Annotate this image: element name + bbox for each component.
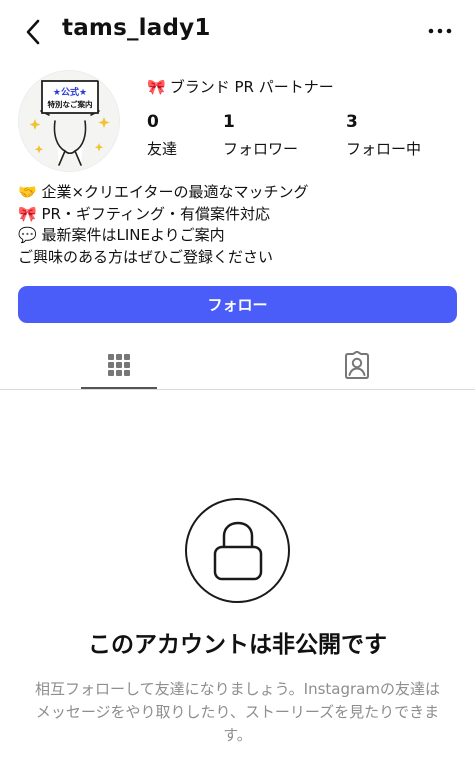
stat-friends[interactable]: 0 友達 <box>147 112 177 159</box>
stat-following-label: フォロー中 <box>346 140 422 158</box>
bio-line-text: PR・ギフティング・有償案件対応 <box>41 204 271 223</box>
bio-line: ご興味のある方はぜひご登録ください <box>18 247 458 269</box>
stat-followers-value: 1 <box>223 112 235 132</box>
stat-followers[interactable]: 1 フォロワー <box>223 112 298 159</box>
lock-icon <box>213 521 262 580</box>
active-tab-indicator <box>81 387 157 389</box>
tagged-person-icon <box>344 350 369 379</box>
handshake-icon: 🤝 <box>18 183 37 201</box>
top-bar: tams_lady1 <box>0 0 475 64</box>
bio-line: 🎀 PR・ギフティング・有償案件対応 <box>18 204 458 226</box>
profile-bio: 🤝 企業×クリエイターの最適なマッチング 🎀 PR・ギフティング・有償案件対応 … <box>18 182 458 268</box>
profile-page: tams_lady1 ★公式★ 特別なご案内 🎀 ブランド PR パートナー 0… <box>0 0 475 757</box>
category-label: ブランド PR パートナー <box>169 78 334 96</box>
avatar-illustration: ★公式★ 特別なご案内 <box>19 71 119 171</box>
more-options-button[interactable] <box>425 16 455 46</box>
stat-following-value: 3 <box>346 112 358 132</box>
stat-followers-label: フォロワー <box>223 140 299 158</box>
speech-bubble-icon: 💬 <box>18 226 37 244</box>
private-description: 相互フォローして友達になりましょう。Instagramの友達はメッセージをやり取… <box>35 680 440 744</box>
profile-username: tams_lady1 <box>62 15 211 41</box>
stat-friends-value: 0 <box>147 112 159 132</box>
private-title: このアカウントは非公開です <box>88 632 387 658</box>
chevron-left-icon <box>26 19 40 45</box>
ribbon-icon: 🎀 <box>147 77 166 96</box>
stat-friends-label: 友達 <box>147 140 178 158</box>
bio-line-text: ご興味のある方はぜひご登録ください <box>18 247 274 266</box>
avatar[interactable]: ★公式★ 特別なご案内 <box>18 70 120 172</box>
stat-following[interactable]: 3 フォロー中 <box>346 112 421 159</box>
profile-category: 🎀 ブランド PR パートナー <box>147 76 334 97</box>
profile-stats: 0 友達 1 フォロワー 3 フォロー中 <box>147 112 447 158</box>
bio-line: 💬 最新案件はLINEよりご案内 <box>18 225 458 247</box>
lock-badge <box>185 498 290 603</box>
tab-posts-grid[interactable] <box>0 340 237 389</box>
more-dots-icon <box>428 28 452 34</box>
bio-line-text: 最新案件はLINEよりご案内 <box>41 226 225 244</box>
avatar-sign-line2: 特別なご案内 <box>48 99 93 109</box>
bio-line-text: 企業×クリエイターの最適なマッチング <box>41 183 309 201</box>
follow-button[interactable]: フォロー <box>18 286 457 323</box>
ribbon-icon: 🎀 <box>18 204 37 223</box>
grid-icon <box>107 353 130 376</box>
back-button[interactable] <box>18 14 48 50</box>
avatar-sign-line1: ★公式★ <box>53 86 87 98</box>
bio-line: 🤝 企業×クリエイターの最適なマッチング <box>18 182 458 204</box>
tab-tagged[interactable] <box>238 340 475 389</box>
profile-tabs <box>0 340 475 390</box>
